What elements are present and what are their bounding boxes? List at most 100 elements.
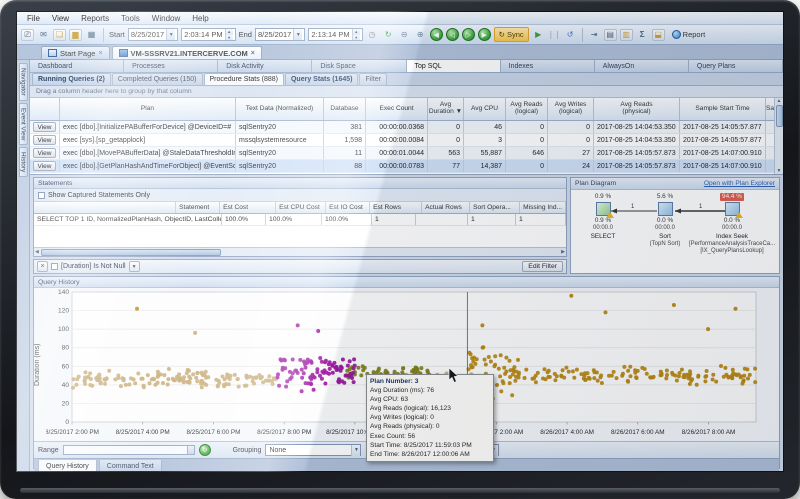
checkbox-icon[interactable] — [38, 192, 45, 199]
jump-forward-icon[interactable]: ▶ — [478, 28, 491, 41]
pause-icon[interactable]: ❘❘ — [548, 29, 561, 41]
scroll-down-icon[interactable]: ▼ — [777, 168, 782, 174]
view-tab[interactable]: Disk Space — [312, 60, 406, 72]
time-spinner[interactable]: ▲▼ — [225, 29, 233, 40]
sigma-icon[interactable]: Σ — [636, 29, 649, 41]
close-filter-icon[interactable]: × — [37, 261, 48, 272]
menu-item[interactable]: Tools — [115, 14, 146, 23]
column-header[interactable]: Database — [324, 98, 366, 120]
jump-back-icon[interactable]: ◀ — [430, 28, 443, 41]
close-icon[interactable]: × — [251, 50, 255, 57]
report-button[interactable]: Report — [668, 28, 710, 42]
bottom-tab[interactable]: Command Text — [99, 460, 162, 472]
grouping-select[interactable]: None▼ — [265, 444, 361, 456]
table-row[interactable]: View exec [dbo].[GetPlanHashAndTimeForOb… — [30, 160, 783, 173]
table-row[interactable]: View exec [sys].[sp_getapplock]mssqlsyst… — [30, 134, 783, 147]
column-header[interactable]: Avg Writes (logical) — [548, 98, 594, 120]
sub-tab[interactable]: Running Queries (2) — [32, 73, 111, 85]
column-header[interactable]: Est Cost — [220, 202, 276, 213]
open-icon[interactable]: ▆ — [69, 29, 82, 41]
refresh-icon[interactable]: ↻ — [199, 444, 211, 456]
column-header[interactable]: Avg Reads (physical) — [594, 98, 680, 120]
view-tab[interactable]: Indexes — [501, 60, 595, 72]
mail-icon[interactable]: ✉ — [37, 29, 50, 41]
save-icon[interactable]: ▦ — [85, 29, 98, 41]
column-header[interactable]: Actual Rows — [422, 202, 470, 213]
clock-icon[interactable]: ◷ — [366, 29, 379, 41]
filter-checkbox-icon[interactable] — [51, 263, 58, 270]
plan-node-select[interactable]: 0.9 % 0.9 % 00:00.0 SELECT — [575, 193, 631, 241]
column-header[interactable]: Statement — [176, 202, 220, 213]
column-header[interactable]: Avg Reads (logical) — [506, 98, 548, 120]
close-icon[interactable]: × — [98, 50, 102, 57]
sub-tab[interactable]: Query Stats (1645) — [285, 73, 358, 85]
scroll-thumb[interactable] — [776, 105, 783, 127]
chart-area[interactable]: Duration (ms) 0204060801001201408/25/201… — [34, 288, 779, 441]
scroll-up-icon[interactable]: ▲ — [777, 98, 782, 104]
scroll-thumb[interactable] — [41, 249, 221, 256]
calc-icon[interactable]: ▥ — [620, 29, 633, 41]
slider-grip[interactable] — [187, 446, 194, 454]
menu-item[interactable]: Help — [186, 14, 214, 23]
dock-tab[interactable]: Event View — [19, 103, 28, 145]
step-forward-icon[interactable]: ▷ — [462, 28, 475, 41]
captured-only-row[interactable]: Show Captured Statements Only — [34, 189, 566, 202]
column-header[interactable]: Est Rows — [370, 202, 422, 213]
statement-row[interactable]: SELECT TOP 1 ID, NormalizedPlanHash, Obj… — [34, 214, 566, 226]
vertical-scrollbar[interactable]: ▲▼ — [774, 98, 783, 174]
view-plan-button[interactable]: View — [33, 161, 56, 171]
view-tab[interactable]: Processes — [124, 60, 218, 72]
end-date-field[interactable]: 8/25/2017▼ — [255, 28, 305, 41]
menu-item[interactable]: File — [21, 14, 46, 23]
view-plan-button[interactable]: View — [33, 148, 56, 158]
new-icon[interactable]: ❏ — [53, 29, 66, 41]
grid-icon[interactable]: ▤ — [604, 29, 617, 41]
view-tab[interactable]: AlwaysOn — [595, 60, 689, 72]
undo-icon[interactable]: ↺ — [564, 29, 577, 41]
group-by-bar[interactable]: Drag a column header here to group by th… — [30, 86, 783, 98]
play-icon[interactable]: ▶ — [532, 29, 545, 41]
end-time-field[interactable]: 2:13:14 PM▲▼ — [308, 28, 362, 41]
plan-node-sort[interactable]: 5.6 % 0.0 % 00:00.0 Sort (TopN Sort) — [637, 193, 693, 248]
sync-button[interactable]: ↻Sync — [494, 27, 529, 42]
plan-node-index-seek[interactable]: 94.4 % 0.0 % 00:00.0 Index Seek [Perform… — [689, 193, 775, 256]
menu-item[interactable]: Reports — [75, 14, 115, 23]
column-header[interactable]: Est IO Cost — [326, 202, 370, 213]
bottom-tab[interactable]: Query History — [38, 460, 97, 472]
menu-item[interactable]: Window — [146, 14, 186, 23]
column-header[interactable]: Missing Ind... — [520, 202, 566, 213]
column-header[interactable]: Text Data (Normalized) — [236, 98, 324, 120]
refresh-icon[interactable]: ↻ — [382, 29, 395, 41]
goto-icon[interactable]: ⇥ — [588, 29, 601, 41]
zoom-in-icon[interactable]: ⊕ — [414, 29, 427, 41]
dock-tab[interactable]: Navigator — [19, 63, 28, 101]
view-plan-button[interactable]: View — [33, 135, 56, 145]
column-header[interactable]: Sort Opera... — [470, 202, 520, 213]
sub-tab[interactable]: Filter — [359, 73, 387, 85]
table-row[interactable]: View exec [dbo].[MovePABufferData] @Stal… — [30, 147, 783, 160]
view-plan-button[interactable]: View — [33, 122, 56, 132]
view-tab[interactable]: Dashboard — [30, 60, 124, 72]
table-row[interactable]: View exec [dbo].[InitializePABufferForDe… — [30, 121, 783, 134]
edit-filter-button[interactable]: Edit Filter — [522, 261, 563, 272]
dock-tab[interactable]: History — [19, 147, 28, 177]
chevron-down-icon[interactable]: ▼ — [129, 261, 140, 272]
tab-start-page[interactable]: Start Page× — [41, 46, 110, 59]
chevron-down-icon[interactable]: ▼ — [351, 445, 360, 456]
sub-tab[interactable]: Procedure Stats (888) — [204, 73, 284, 85]
sub-tab[interactable]: Completed Queries (150) — [112, 73, 203, 85]
range-slider[interactable] — [63, 445, 195, 455]
scroll-left-icon[interactable]: ◀ — [35, 249, 39, 255]
chevron-down-icon[interactable]: ▼ — [166, 29, 175, 40]
column-header[interactable]: Exec Count — [366, 98, 428, 120]
column-header[interactable]: Sample Start Time — [680, 98, 766, 120]
view-tab[interactable]: Query Plans — [689, 60, 783, 72]
column-header[interactable]: Avg Duration ▼ — [428, 98, 464, 120]
step-back-icon[interactable]: ◁ — [446, 28, 459, 41]
chevron-down-icon[interactable]: ▼ — [293, 29, 302, 40]
scroll-right-icon[interactable]: ▶ — [561, 249, 565, 255]
time-spinner[interactable]: ▲▼ — [352, 29, 360, 40]
start-time-field[interactable]: 2:03:14 PM▲▼ — [181, 28, 235, 41]
export-icon[interactable]: ⬓ — [652, 29, 665, 41]
zoom-out-icon[interactable]: ⊖ — [398, 29, 411, 41]
